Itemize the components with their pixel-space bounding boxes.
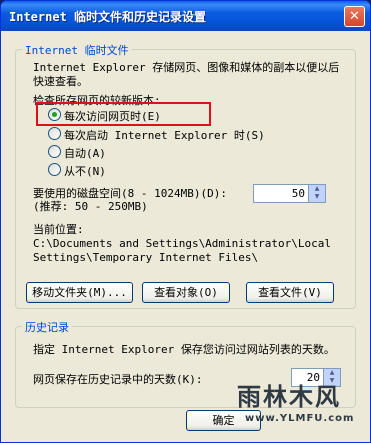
radio-every-visit[interactable]	[48, 108, 61, 121]
view-files-button[interactable]: 查看文件(V)	[246, 282, 334, 303]
radio-every-start[interactable]	[48, 127, 61, 140]
radio-every-start-label[interactable]: 每次启动 Internet Explorer 时(S)	[64, 127, 265, 143]
disk-space-value[interactable]: 50	[292, 187, 305, 200]
window-title: Internet 临时文件和历史记录设置	[9, 10, 207, 24]
watermark-logo: 雨林木风 www.YLMFU.com	[237, 373, 361, 437]
view-objects-button[interactable]: 查看对象(O)	[142, 282, 230, 303]
watermark-url: www.YLMFU.com	[245, 413, 355, 424]
disk-space-recommend: (推荐: 50 - 250MB)	[33, 200, 148, 213]
radio-never[interactable]	[48, 163, 61, 176]
watermark-brand: 雨林木风	[237, 383, 341, 411]
location-path-2: Settings\Temporary Internet Files\	[33, 251, 259, 264]
move-folder-button[interactable]: 移动文件夹(M)...	[26, 282, 133, 303]
disk-space-stepper[interactable]: 50 ▲ ▼	[253, 184, 326, 203]
disk-space-arrows[interactable]: ▲ ▼	[308, 185, 325, 202]
radio-never-label[interactable]: 从不(N)	[64, 163, 106, 179]
history-description: 指定 Internet Explorer 保存您访问过网站列表的天数。	[33, 343, 335, 356]
spin-up-icon[interactable]: ▲	[309, 185, 325, 193]
radio-auto-label[interactable]: 自动(A)	[64, 145, 106, 161]
close-button[interactable]: ✕	[344, 6, 365, 27]
settings-dialog: Internet 临时文件和历史记录设置 ✕ Internet 临时文件 Int…	[0, 0, 371, 443]
radio-every-visit-label[interactable]: 每次访问网页时(E)	[64, 108, 161, 124]
history-days-label: 网页保存在历史记录中的天数(K):	[33, 373, 203, 386]
temp-files-description-2: 快速查看。	[33, 75, 88, 88]
radio-auto[interactable]	[48, 145, 61, 158]
title-bar[interactable]: Internet 临时文件和历史记录设置 ✕	[1, 1, 370, 31]
spin-down-icon[interactable]: ▼	[309, 193, 325, 201]
history-legend: 历史记录	[22, 319, 72, 335]
location-label: 当前位置:	[33, 223, 84, 236]
location-path-1: C:\Documents and Settings\Administrator\…	[33, 237, 332, 250]
temp-files-legend: Internet 临时文件	[22, 42, 132, 58]
